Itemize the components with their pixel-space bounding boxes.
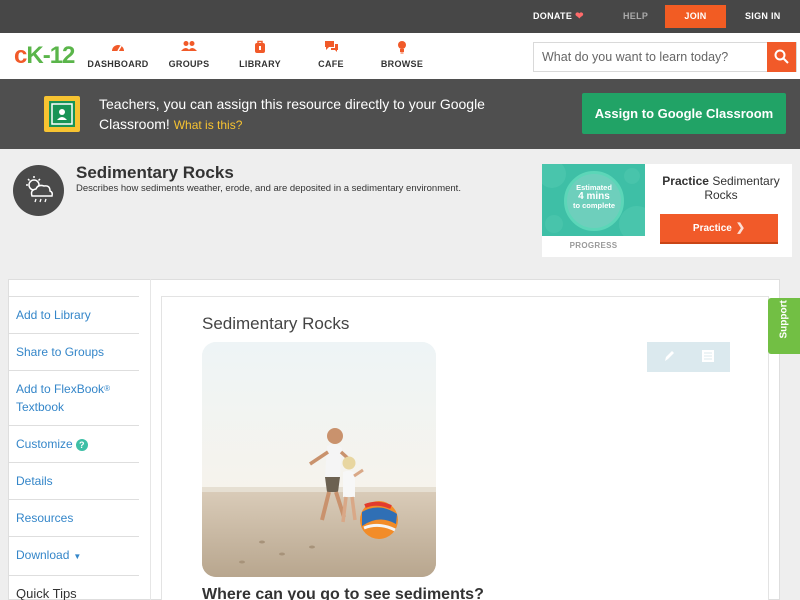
help-link[interactable]: HELP [623,0,648,33]
support-tab[interactable]: Support [768,298,800,354]
nav-browse[interactable]: BROWSE [362,40,442,69]
sidebar-item-label: Download [16,548,70,562]
dashboard-icon [78,40,158,56]
sidebar-divider [150,279,151,600]
what-is-this-link[interactable]: What is this? [174,118,243,132]
practice-estimate-image: Estimated 4 mins to complete [542,164,645,236]
help-question-icon[interactable]: ? [75,439,88,451]
sidebar-item-download[interactable]: Download ▼ [8,536,139,575]
nav-browse-label: BROWSE [380,59,424,69]
browse-icon [362,40,442,56]
support-label: Support [778,300,790,339]
sidebar-item-label: Share to Groups [16,345,105,359]
nav-cafe[interactable]: CAFE [291,40,371,69]
nav-dashboard-label: DASHBOARD [87,59,149,69]
sidebar-item-label: Customize [16,437,73,451]
search-button[interactable] [767,42,796,72]
sidebar: Add to Library Share to Groups Add to Fl… [8,296,139,600]
sidebar-item-add-to-flexbook[interactable]: Add to FlexBook® Textbook [8,370,139,425]
chevron-right-icon: ❯ [735,222,746,234]
cafe-icon [291,40,371,56]
sign-in-link[interactable]: SIGN IN [745,0,781,33]
banner-text-block: Teachers, you can assign this resource d… [99,94,519,135]
sidebar-item-label: Quick Tips [16,586,77,600]
groups-icon [149,40,229,56]
main-navbar: cK-12 DASHBOARD GROUPS LIBRARY CAFE BROW… [0,33,800,79]
sidebar-item-label-line2: Textbook [16,400,65,414]
practice-title: Practice Sedimentary Rocks [650,174,792,202]
sidebar-item-details[interactable]: Details [8,462,139,499]
sidebar-item-quick-tips[interactable]: Quick Tips [8,575,139,600]
donate-link[interactable]: DONATE ❤ [533,0,584,33]
article-tools [647,342,730,372]
top-utility-bar: DONATE ❤ HELP JOIN SIGN IN [0,0,800,33]
progress-label: PROGRESS [569,241,618,250]
sidebar-item-resources[interactable]: Resources [8,499,139,536]
nav-groups[interactable]: GROUPS [149,40,229,69]
registered-mark: ® [104,384,110,393]
section-heading: Where can you go to see sediments? [202,586,484,600]
concept-title: Sedimentary Rocks [76,163,234,182]
ck12-logo[interactable]: cK-12 [14,42,75,70]
sidebar-item-add-to-library[interactable]: Add to Library [8,296,139,333]
assign-to-google-classroom-button[interactable]: Assign to Google Classroom [582,93,786,134]
nav-cafe-label: CAFE [318,59,344,69]
google-classroom-icon [44,96,80,132]
sidebar-item-customize[interactable]: Customize? [8,425,139,462]
notes-icon[interactable] [700,349,716,365]
practice-button-label: Practice [692,223,732,234]
concept-description: Describes how sediments weather, erode, … [76,183,461,194]
banner-text: Teachers, you can assign this resource d… [99,96,485,132]
donate-label: DONATE [533,11,573,21]
sidebar-item-share-to-groups[interactable]: Share to Groups [8,333,139,370]
article-title: Sedimentary Rocks [202,314,350,333]
sidebar-item-label: Resources [16,511,74,525]
nav-dashboard[interactable]: DASHBOARD [78,40,158,69]
join-button[interactable]: JOIN [665,5,726,28]
practice-title-rest: Sedimentary Rocks [704,174,780,202]
nav-library-label: LIBRARY [239,59,281,69]
heart-icon: ❤ [575,11,584,22]
estimate-text: Estimated 4 mins to complete [564,183,624,210]
caret-down-icon: ▼ [73,552,82,561]
sidebar-item-label: Add to FlexBook [16,382,105,396]
search-box [533,42,797,72]
google-classroom-banner: Teachers, you can assign this resource d… [0,79,800,149]
pencil-icon[interactable] [661,349,677,365]
practice-card: Estimated 4 mins to complete PROGRESS Pr… [542,164,792,257]
search-icon [774,49,789,64]
weather-cloud-icon [13,165,64,216]
sidebar-item-label: Details [16,474,53,488]
search-input[interactable] [534,43,769,71]
nav-groups-label: GROUPS [168,59,210,69]
article-photo-kids-beach [202,342,436,577]
sidebar-item-label: Add to Library [16,308,91,322]
practice-button[interactable]: Practice ❯ [660,214,778,244]
estimate-line3: to complete [572,201,616,210]
nav-library[interactable]: LIBRARY [220,40,300,69]
library-icon [220,40,300,56]
practice-title-bold: Practice [662,174,709,188]
